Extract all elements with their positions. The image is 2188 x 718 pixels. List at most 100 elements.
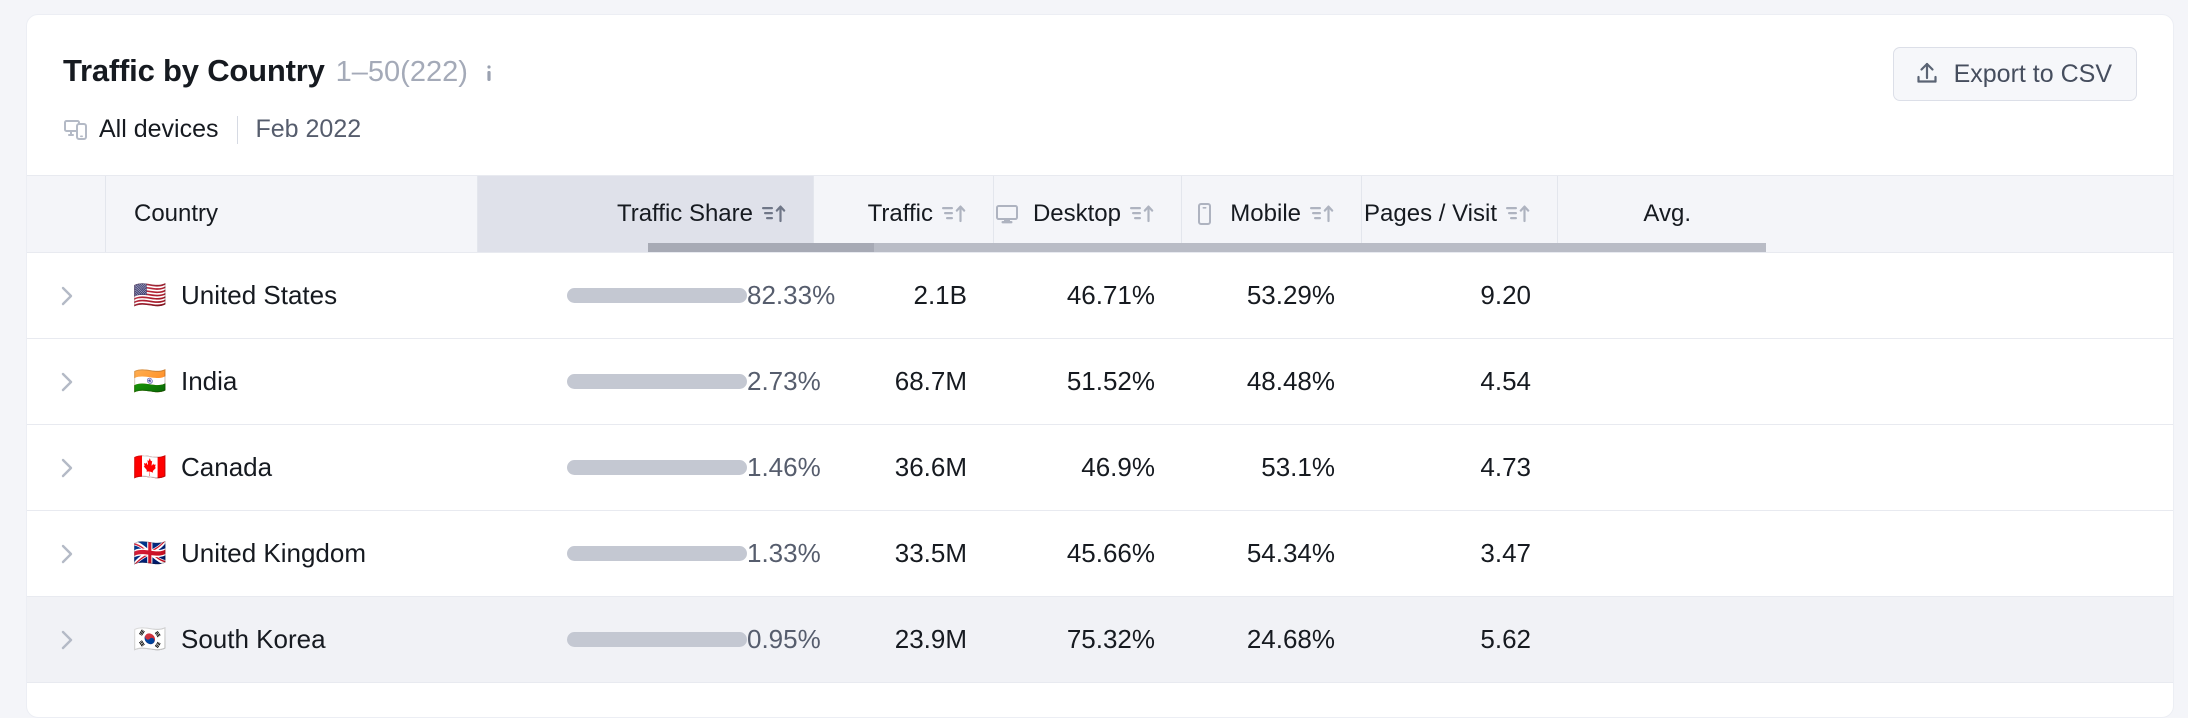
mobile-value: 24.68% (1246, 624, 1335, 654)
column-header-avg-label: Avg. (1643, 200, 1691, 227)
country-cell[interactable]: 🇺🇸 United States (105, 253, 477, 338)
mobile-value: 54.34% (1246, 538, 1335, 568)
traffic-table: Country Traffic Share Traffic Desktop Mo… (27, 175, 2173, 683)
traffic-share-bar (567, 632, 747, 647)
traffic-share-bar (567, 288, 747, 303)
traffic-share-bar (567, 374, 747, 389)
mobile-icon (1191, 201, 1217, 227)
pages-per-visit-value: 5.62 (1480, 624, 1531, 654)
column-header-traffic[interactable]: Traffic (813, 176, 993, 252)
desktop-value: 75.32% (1066, 624, 1155, 654)
traffic-share-bar (567, 546, 747, 561)
country-name[interactable]: South Korea (181, 624, 326, 655)
column-header-mobile-label: Mobile (1230, 200, 1301, 227)
subtitle-separator (236, 115, 238, 144)
column-header-avg[interactable]: Avg. (1557, 176, 1717, 252)
table-row[interactable]: 🇺🇸 United States 82.33% 2.1B 46.71% 53.2… (27, 253, 2173, 339)
country-cell[interactable]: 🇨🇦 Canada (105, 425, 477, 510)
traffic-value: 68.7M (894, 366, 967, 396)
desktop-value: 46.9% (1081, 452, 1155, 482)
country-flag-icon: 🇨🇦 (133, 452, 167, 483)
export-to-csv-button[interactable]: Export to CSV (1892, 47, 2137, 101)
column-header-pages-per-visit[interactable]: Pages / Visit (1361, 176, 1557, 252)
desktop-value: 45.66% (1066, 538, 1155, 568)
row-expand-cell[interactable] (27, 511, 105, 596)
country-flag-icon: 🇺🇸 (133, 280, 167, 311)
traffic-share-cell: 1.46% (477, 425, 821, 510)
sort-icon[interactable] (1130, 202, 1155, 226)
column-header-traffic-label: Traffic (867, 200, 933, 227)
upload-icon (1914, 61, 1940, 87)
country-cell[interactable]: 🇬🇧 United Kingdom (105, 511, 477, 596)
country-cell[interactable]: 🇰🇷 South Korea (105, 597, 477, 682)
all-devices-icon (63, 117, 89, 143)
result-range: 1–50(222) (335, 56, 468, 88)
scrollbar-thumb-active-segment[interactable] (648, 243, 874, 252)
avg-value (1557, 425, 1717, 510)
traffic-value: 23.9M (894, 624, 967, 654)
sort-icon[interactable] (762, 202, 787, 226)
traffic-value: 36.6M (894, 452, 967, 482)
row-expand-cell[interactable] (27, 597, 105, 682)
avg-value (1557, 253, 1717, 338)
chevron-right-icon[interactable] (53, 627, 79, 653)
country-name[interactable]: United States (181, 280, 337, 311)
pages-per-visit-value: 9.20 (1480, 280, 1531, 310)
table-row[interactable]: 🇰🇷 South Korea 0.95% 23.9M 75.32% 24.68%… (27, 597, 2173, 683)
traffic-by-country-card: Traffic by Country 1–50(222) All devices… (26, 14, 2174, 718)
mobile-value: 53.29% (1246, 280, 1335, 310)
column-header-mobile[interactable]: Mobile (1181, 176, 1361, 252)
row-expand-cell[interactable] (27, 339, 105, 424)
traffic-share-cell: 1.33% (477, 511, 821, 596)
column-header-country-label: Country (134, 200, 219, 227)
mobile-value: 48.48% (1246, 366, 1335, 396)
chevron-right-icon[interactable] (53, 283, 79, 309)
chevron-right-icon[interactable] (53, 455, 79, 481)
column-header-traffic-share[interactable]: Traffic Share (477, 176, 813, 252)
subtitle-row: All devices Feb 2022 (63, 115, 361, 144)
chevron-right-icon[interactable] (53, 369, 79, 395)
column-header-traffic-share-label: Traffic Share (616, 200, 753, 227)
traffic-share-bar (567, 460, 747, 475)
country-cell[interactable]: 🇮🇳 India (105, 339, 477, 424)
table-row[interactable]: 🇬🇧 United Kingdom 1.33% 33.5M 45.66% 54.… (27, 511, 2173, 597)
traffic-value: 2.1B (913, 280, 968, 310)
country-name[interactable]: Canada (181, 452, 272, 483)
horizontal-scrollbar[interactable] (27, 243, 2173, 252)
traffic-share-cell: 2.73% (477, 339, 821, 424)
export-to-csv-label: Export to CSV (1953, 59, 2112, 88)
desktop-value: 51.52% (1066, 366, 1155, 396)
column-header-expand (27, 176, 105, 252)
page-title: Traffic by Country (63, 53, 325, 88)
country-flag-icon: 🇮🇳 (133, 366, 167, 397)
avg-value (1557, 339, 1717, 424)
table-header-row: Country Traffic Share Traffic Desktop Mo… (27, 175, 2173, 253)
traffic-share-cell: 82.33% (477, 253, 835, 338)
avg-value (1557, 597, 1717, 682)
desktop-icon (994, 201, 1020, 227)
pages-per-visit-value: 4.73 (1480, 452, 1531, 482)
sort-icon[interactable] (1310, 202, 1335, 226)
info-icon[interactable] (479, 63, 499, 83)
row-expand-cell[interactable] (27, 425, 105, 510)
period-label[interactable]: Feb 2022 (256, 115, 362, 144)
row-expand-cell[interactable] (27, 253, 105, 338)
country-name[interactable]: United Kingdom (181, 538, 366, 569)
country-name[interactable]: India (181, 366, 237, 397)
sort-icon[interactable] (1506, 202, 1531, 226)
pages-per-visit-value: 4.54 (1480, 366, 1531, 396)
table-body: 🇺🇸 United States 82.33% 2.1B 46.71% 53.2… (27, 253, 2173, 683)
table-row[interactable]: 🇨🇦 Canada 1.46% 36.6M 46.9% 53.1% 4.73 (27, 425, 2173, 511)
column-header-desktop[interactable]: Desktop (993, 176, 1181, 252)
all-devices-label[interactable]: All devices (99, 115, 219, 144)
column-header-desktop-label: Desktop (1032, 200, 1121, 227)
table-row[interactable]: 🇮🇳 India 2.73% 68.7M 51.52% 48.48% 4.54 (27, 339, 2173, 425)
title-row: Traffic by Country 1–50(222) (63, 53, 499, 89)
column-header-country[interactable]: Country (105, 176, 477, 252)
card-header: Traffic by Country 1–50(222) All devices… (27, 15, 2173, 175)
column-header-pages-per-visit-label: Pages / Visit (1364, 200, 1497, 227)
traffic-value: 33.5M (894, 538, 967, 568)
sort-icon[interactable] (942, 202, 967, 226)
mobile-value: 53.1% (1261, 452, 1335, 482)
chevron-right-icon[interactable] (53, 541, 79, 567)
